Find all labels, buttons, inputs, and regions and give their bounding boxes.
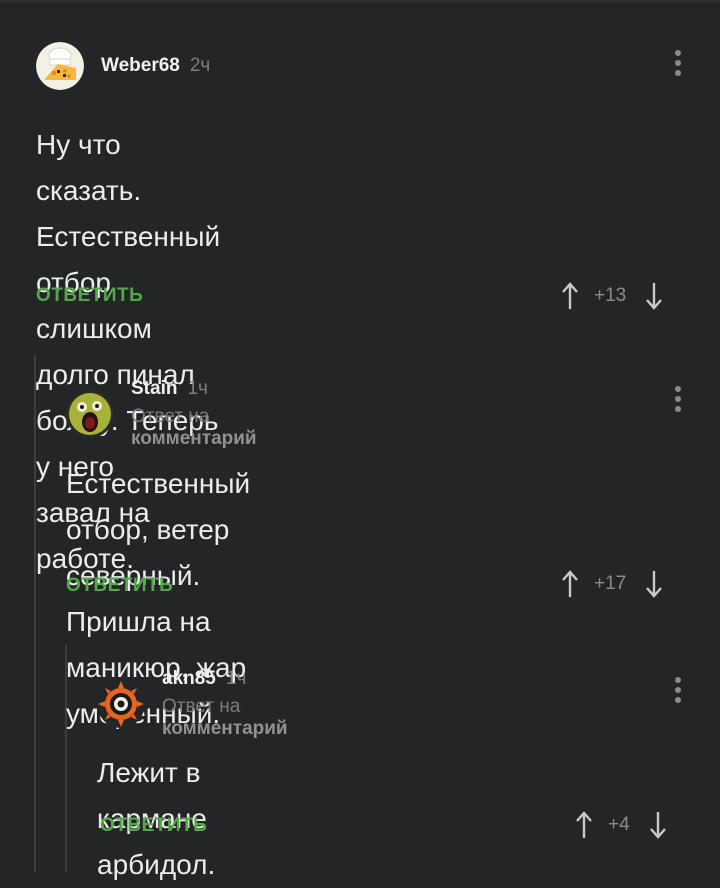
comment-header: Weber68 2ч (36, 42, 210, 90)
downvote-arrow-icon[interactable] (646, 281, 663, 311)
timestamp: 2ч (189, 55, 211, 76)
cheese-chef-icon[interactable] (36, 42, 84, 90)
reply-button[interactable]: ОТВЕТИТЬ (66, 575, 173, 597)
rating-count: +13 (594, 285, 627, 306)
downvote-arrow-icon[interactable] (646, 569, 663, 599)
reply-to-line: Ответ на комментарий (131, 406, 257, 450)
reply-button[interactable]: ОТВЕТИТЬ (36, 285, 143, 307)
comment-header: akn85 1ч Ответ на комментарий (97, 668, 288, 740)
rating-count: +4 (608, 814, 630, 835)
sun-eye-icon[interactable] (97, 680, 145, 728)
reply-to-link[interactable]: комментарий (162, 718, 288, 739)
comment-meta: Stain 1ч Ответ на комментарий (131, 378, 257, 450)
top-divider (0, 0, 720, 2)
username[interactable]: akn85 (162, 668, 216, 690)
name-line: Weber68 2ч (101, 55, 210, 77)
rating-count: +17 (594, 573, 627, 594)
name-line: akn85 1ч (162, 668, 288, 690)
comment-meta: Weber68 2ч (101, 55, 210, 77)
downvote-arrow-icon[interactable] (649, 810, 666, 840)
screaming-face-icon[interactable] (66, 390, 114, 438)
username[interactable]: Weber68 (101, 55, 180, 77)
timestamp: 1ч (225, 668, 247, 689)
vote-controls: +13 (562, 281, 663, 311)
more-options-icon[interactable] (674, 677, 682, 707)
username[interactable]: Stain (131, 378, 177, 400)
comment-text-line: Ну что сказать. Естественный отбор (36, 129, 221, 298)
upvote-arrow-icon[interactable] (576, 810, 592, 840)
reply-to-prefix: Ответ на (162, 696, 241, 717)
reply-to-link[interactable]: комментарий (131, 428, 257, 449)
vote-controls: +4 (576, 810, 666, 840)
reply-button[interactable]: ОТВЕТИТЬ (100, 815, 207, 837)
timestamp: 1ч (187, 378, 208, 399)
upvote-arrow-icon[interactable] (562, 569, 578, 599)
reply-to-prefix: Ответ на (131, 406, 210, 427)
reply-to-line: Ответ на комментарий (162, 696, 288, 740)
name-line: Stain 1ч (131, 378, 257, 400)
vote-controls: +17 (562, 569, 663, 599)
more-options-icon[interactable] (674, 50, 682, 80)
comment-meta: akn85 1ч Ответ на комментарий (162, 668, 288, 740)
comment-header: Stain 1ч Ответ на комментарий (66, 378, 257, 450)
upvote-arrow-icon[interactable] (562, 281, 578, 311)
more-options-icon[interactable] (674, 386, 682, 416)
